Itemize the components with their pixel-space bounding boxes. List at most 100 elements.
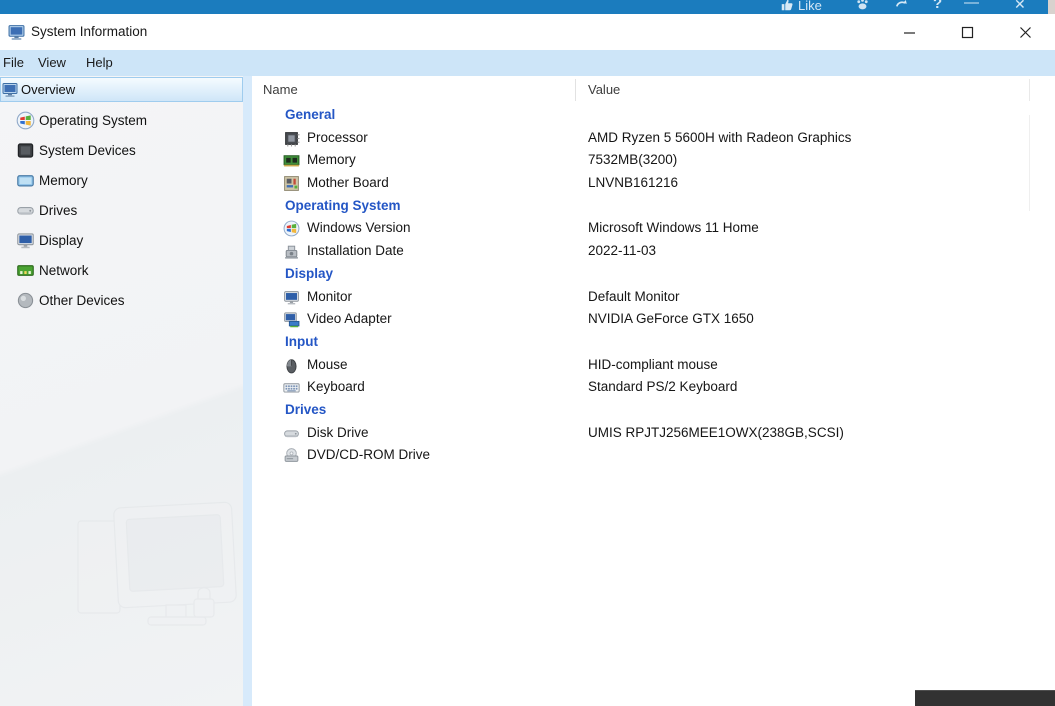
drive-icon xyxy=(16,201,35,220)
column-separator[interactable] xyxy=(1029,79,1030,101)
screen-edge-sliver xyxy=(1048,0,1055,14)
background-dark-bar xyxy=(915,690,1055,706)
screen: Like ? — ✕ System Information File View … xyxy=(0,0,1055,706)
section-row-operating-system: Operating System xyxy=(252,195,1055,218)
row-mother-board[interactable]: Mother Board LNVNB161216 xyxy=(252,172,1055,195)
row-processor[interactable]: Processor AMD Ryzen 5 5600H with Radeon … xyxy=(252,127,1055,150)
undo-arrow-icon[interactable] xyxy=(894,0,909,14)
window-title: System Information xyxy=(31,24,147,39)
sidebar-item-label: Display xyxy=(39,233,83,248)
monitor-icon xyxy=(16,231,35,250)
network-icon xyxy=(16,261,35,280)
row-value: NVIDIA GeForce GTX 1650 xyxy=(588,308,754,331)
computer-icon xyxy=(2,82,18,98)
details-panel: Name Value General Processor AMD Ryzen 5… xyxy=(252,76,1055,706)
row-memory[interactable]: Memory 7532MB(3200) xyxy=(252,149,1055,172)
row-label: Installation Date xyxy=(307,240,404,263)
row-label: Keyboard xyxy=(307,376,365,399)
sidebar-item-label: Drives xyxy=(39,203,77,218)
row-keyboard[interactable]: Keyboard Standard PS/2 Keyboard xyxy=(252,376,1055,399)
cpu-icon xyxy=(283,130,300,147)
details-rows: General Processor AMD Ryzen 5 5600H with… xyxy=(252,104,1055,467)
row-label: Windows Version xyxy=(307,217,411,240)
help-icon[interactable]: ? xyxy=(933,0,942,11)
background-app-bar: Like ? — ✕ xyxy=(0,0,1055,14)
row-label: Disk Drive xyxy=(307,422,369,445)
row-label: Mouse xyxy=(307,354,348,377)
memory-icon xyxy=(16,171,35,190)
section-label: General xyxy=(285,104,335,127)
row-label: DVD/CD-ROM Drive xyxy=(307,444,430,467)
video-card-icon xyxy=(283,311,300,328)
section-label: Input xyxy=(285,331,318,354)
row-value: LNVNB161216 xyxy=(588,172,678,195)
section-row-input: Input xyxy=(252,331,1055,354)
sidebar-item-operating-system[interactable]: Operating System xyxy=(0,105,243,135)
motherboard-icon xyxy=(283,175,300,192)
row-value: AMD Ryzen 5 5600H with Radeon Graphics xyxy=(588,127,851,150)
sidebar: Overview Operating System System Devices… xyxy=(0,76,243,706)
ram-icon xyxy=(283,152,300,169)
row-dvd-cdrom-drive[interactable]: DVD/CD-ROM Drive xyxy=(252,444,1055,467)
row-value: Standard PS/2 Keyboard xyxy=(588,376,737,399)
keyboard-icon xyxy=(283,379,300,396)
row-disk-drive[interactable]: Disk Drive UMIS RPJTJ256MEE1OWX(238GB,SC… xyxy=(252,422,1055,445)
row-windows-version[interactable]: Windows Version Microsoft Windows 11 Hom… xyxy=(252,217,1055,240)
section-label: Display xyxy=(285,263,333,286)
title-bar: System Information xyxy=(0,14,1055,50)
thumbs-up-icon[interactable] xyxy=(780,0,794,14)
section-row-general: General xyxy=(252,104,1055,127)
row-mouse[interactable]: Mouse HID-compliant mouse xyxy=(252,354,1055,377)
monitor-icon xyxy=(283,289,300,306)
sphere-icon xyxy=(16,291,35,310)
strip-minimize-icon[interactable]: — xyxy=(964,0,979,10)
column-separator[interactable] xyxy=(575,79,576,101)
maximize-button[interactable] xyxy=(944,14,990,50)
dvd-drive-icon xyxy=(283,447,300,464)
sidebar-item-label: Operating System xyxy=(39,113,147,128)
sidebar-item-memory[interactable]: Memory xyxy=(0,165,243,195)
sidebar-item-label: Network xyxy=(39,263,89,278)
computer-watermark-image xyxy=(70,501,240,651)
strip-close-icon[interactable]: ✕ xyxy=(1014,0,1026,11)
sidebar-item-display[interactable]: Display xyxy=(0,225,243,255)
sidebar-item-label: Memory xyxy=(39,173,88,188)
menu-file[interactable]: File xyxy=(0,50,27,76)
sidebar-item-overview[interactable]: Overview xyxy=(0,77,243,102)
menu-view[interactable]: View xyxy=(35,50,69,76)
row-value: HID-compliant mouse xyxy=(588,354,718,377)
sidebar-item-system-devices[interactable]: System Devices xyxy=(0,135,243,165)
row-value: 2022-11-03 xyxy=(588,240,656,263)
sidebar-separator xyxy=(243,76,252,706)
row-value: Default Monitor xyxy=(588,286,680,309)
sidebar-item-label: Other Devices xyxy=(39,293,125,308)
section-row-display: Display xyxy=(252,263,1055,286)
like-button[interactable]: Like xyxy=(798,0,822,13)
section-row-drives: Drives xyxy=(252,399,1055,422)
sidebar-item-label: System Devices xyxy=(39,143,136,158)
windows-orb-icon xyxy=(16,111,35,130)
section-label: Operating System xyxy=(285,195,401,218)
menu-help[interactable]: Help xyxy=(83,50,116,76)
close-button[interactable] xyxy=(1002,14,1048,50)
drive-icon xyxy=(283,425,300,442)
minimize-button[interactable] xyxy=(886,14,932,50)
row-video-adapter[interactable]: Video Adapter NVIDIA GeForce GTX 1650 xyxy=(252,308,1055,331)
row-value: 7532MB(3200) xyxy=(588,149,677,172)
sidebar-item-other-devices[interactable]: Other Devices xyxy=(0,285,243,315)
paw-icon[interactable] xyxy=(855,0,870,14)
row-installation-date[interactable]: Installation Date 2022-11-03 xyxy=(252,240,1055,263)
mouse-icon xyxy=(283,357,300,374)
sidebar-item-network[interactable]: Network xyxy=(0,255,243,285)
column-header-value[interactable]: Value xyxy=(588,76,620,103)
row-value: Microsoft Windows 11 Home xyxy=(588,217,759,240)
row-label: Processor xyxy=(307,127,368,150)
row-value: UMIS RPJTJ256MEE1OWX(238GB,SCSI) xyxy=(588,422,844,445)
row-label: Mother Board xyxy=(307,172,389,195)
device-icon xyxy=(16,141,35,160)
sidebar-item-drives[interactable]: Drives xyxy=(0,195,243,225)
row-monitor[interactable]: Monitor Default Monitor xyxy=(252,286,1055,309)
windows-orb-icon xyxy=(283,220,300,237)
row-label: Video Adapter xyxy=(307,308,392,331)
column-header-name[interactable]: Name xyxy=(263,76,298,103)
